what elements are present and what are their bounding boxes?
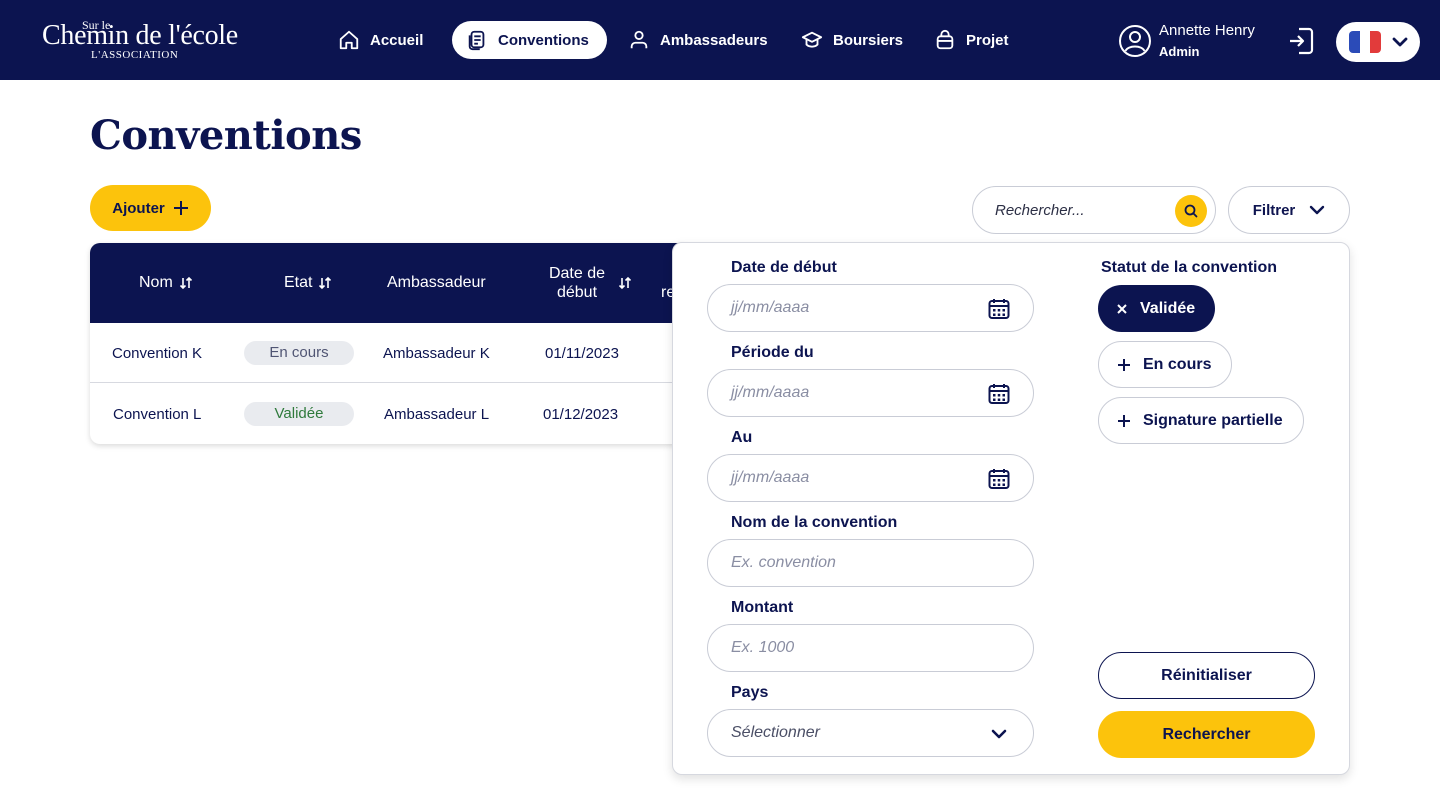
bag-icon (936, 29, 954, 50)
cell-date: 01/11/2023 (545, 344, 619, 362)
status-chip-en-cours[interactable]: En cours (1098, 341, 1233, 388)
country-label: Pays (731, 684, 769, 701)
search-icon (1184, 204, 1198, 218)
period-to-placeholder: jj/mm/aaaa (731, 469, 810, 486)
column-header-etat[interactable]: Etat (284, 243, 332, 323)
nav-item-projet[interactable]: Projet (934, 21, 1009, 59)
sort-icon (618, 276, 632, 290)
period-from-label: Période du (731, 344, 814, 361)
add-button-label: Ajouter (112, 199, 165, 217)
status-chip-validee[interactable]: Validée (1098, 285, 1216, 332)
period-from-field[interactable]: jj/mm/aaaa (707, 369, 1034, 417)
page-title: Conventions (90, 112, 362, 159)
logo-main-text: Chemin de l'école (42, 20, 238, 51)
cell-nom: Convention L (113, 405, 202, 423)
search-input[interactable]: Rechercher... (972, 186, 1216, 234)
table-header: Nom Etat Ambassadeur Date de début re (90, 243, 690, 323)
user-name: Annette Henry (1159, 22, 1255, 39)
nav-item-accueil[interactable]: Accueil (338, 21, 423, 59)
status-label: Statut de la convention (1101, 259, 1278, 276)
filter-button-label: Filtrer (1252, 201, 1296, 219)
chevron-down-icon (1392, 37, 1408, 47)
status-chip-signature-partielle[interactable]: Signature partielle (1098, 397, 1304, 444)
column-label-nom: Nom (139, 274, 173, 291)
nav-label-ambassadeurs: Ambassadeurs (660, 31, 768, 49)
nav-label-conventions: Conventions (498, 31, 589, 49)
filter-panel: Date de début jj/mm/aaaa Période du jj/m… (672, 242, 1350, 775)
user-avatar-icon (1119, 25, 1151, 57)
logo-sub-text: L'ASSOCIATION (91, 49, 179, 61)
cell-ambassadeur: Ambassadeur L (384, 405, 490, 423)
home-icon (339, 30, 359, 50)
column-header-nom[interactable]: Nom (139, 243, 193, 323)
table-row[interactable]: Convention L Validée Ambassadeur L 01/12… (90, 384, 690, 444)
nav-item-ambassadeurs[interactable]: Ambassadeurs (628, 21, 768, 59)
period-to-label: Au (731, 429, 753, 446)
status-chip-label: Signature partielle (1143, 411, 1283, 429)
country-placeholder: Sélectionner (731, 724, 820, 741)
country-select[interactable]: Sélectionner (707, 709, 1034, 757)
start-date-field[interactable]: jj/mm/aaaa (707, 284, 1034, 332)
period-from-placeholder: jj/mm/aaaa (731, 384, 810, 401)
period-to-field[interactable]: jj/mm/aaaa (707, 454, 1034, 502)
cell-etat: En cours (244, 323, 354, 383)
user-role: Admin (1159, 44, 1200, 59)
search-button[interactable]: Rechercher (1098, 711, 1315, 758)
nav-label-boursiers: Boursiers (833, 31, 904, 49)
logout-icon[interactable] (1287, 26, 1315, 56)
search-placeholder: Rechercher... (995, 202, 1085, 219)
association-logo[interactable]: Sur le Chemin de l'école L'ASSOCIATION (42, 14, 242, 66)
status-badge: En cours (244, 341, 354, 365)
column-label-etat: Etat (284, 274, 313, 291)
status-badge: Validée (244, 402, 354, 426)
start-date-label: Date de début (731, 259, 837, 276)
status-chip-label: En cours (1143, 355, 1212, 373)
chevron-down-icon (991, 729, 1007, 739)
cell-ambassadeur: Ambassadeur K (383, 344, 490, 362)
amount-input[interactable]: Ex. 1000 (707, 624, 1034, 672)
french-flag-icon (1349, 31, 1381, 53)
convention-name-placeholder: Ex. convention (731, 554, 836, 571)
status-chip-label: Validée (1140, 299, 1196, 317)
amount-label: Montant (731, 599, 794, 616)
calendar-icon[interactable] (987, 467, 1011, 491)
amount-placeholder: Ex. 1000 (731, 639, 795, 656)
add-button[interactable]: Ajouter (90, 185, 211, 231)
document-icon (468, 30, 485, 51)
nav-label-accueil: Accueil (370, 31, 424, 49)
cell-nom: Convention K (112, 344, 203, 362)
table-row[interactable]: Convention K En cours Ambassadeur K 01/1… (90, 323, 690, 383)
plus-icon (173, 201, 188, 215)
nav-item-conventions[interactable]: Conventions (452, 21, 607, 59)
column-header-ambassadeur: Ambassadeur (387, 243, 486, 323)
close-icon (1117, 303, 1127, 314)
column-header-date-debut[interactable]: Date de début (542, 243, 632, 323)
column-label-ambassadeur: Ambassadeur (387, 274, 486, 291)
nav-label-projet: Projet (966, 31, 1009, 49)
graduation-cap-icon (801, 31, 823, 48)
calendar-icon[interactable] (987, 297, 1011, 321)
filter-button[interactable]: Filtrer (1228, 186, 1350, 234)
conventions-table: Nom Etat Ambassadeur Date de début re Co… (90, 243, 690, 444)
cell-etat: Validée (244, 384, 354, 444)
plus-icon (1118, 414, 1130, 427)
person-icon (630, 30, 648, 49)
sort-icon (179, 276, 192, 290)
convention-name-label: Nom de la convention (731, 514, 898, 531)
language-selector[interactable] (1336, 22, 1420, 62)
plus-icon (1118, 358, 1130, 371)
nav-item-boursiers[interactable]: Boursiers (801, 21, 903, 59)
cell-date: 01/12/2023 (543, 405, 619, 423)
column-label-date-debut: Date de début (548, 265, 606, 301)
sort-icon (319, 276, 332, 290)
chevron-down-icon (1310, 205, 1325, 215)
start-date-placeholder: jj/mm/aaaa (731, 299, 810, 316)
search-submit-button[interactable] (1175, 195, 1207, 227)
top-navigation-bar: Sur le Chemin de l'école L'ASSOCIATION A… (0, 0, 1440, 80)
calendar-icon[interactable] (987, 382, 1011, 406)
reset-button[interactable]: Réinitialiser (1098, 652, 1315, 699)
convention-name-input[interactable]: Ex. convention (707, 539, 1034, 587)
